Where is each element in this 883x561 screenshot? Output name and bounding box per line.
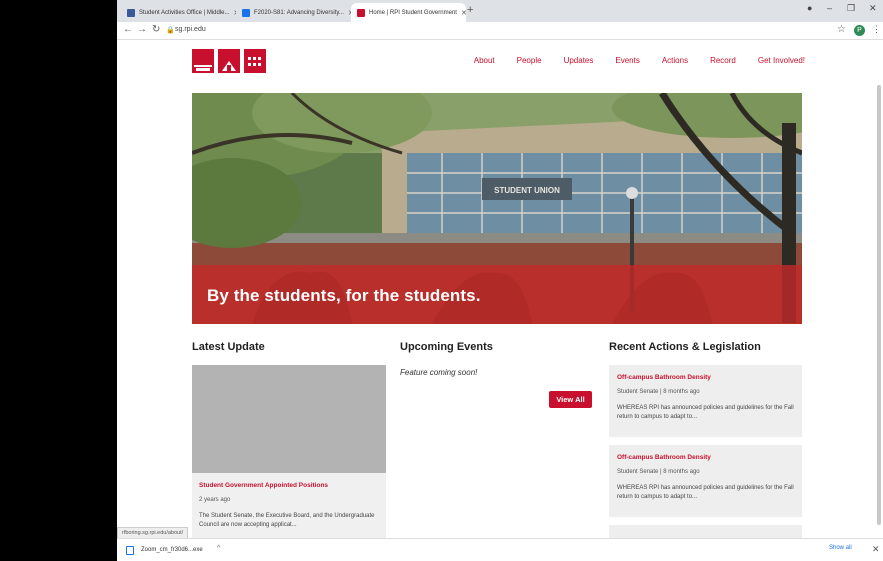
update-card[interactable]: Student Government Appointed Positions 2… bbox=[192, 473, 386, 538]
record-icon[interactable]: ● bbox=[807, 3, 812, 13]
upcoming-events-heading: Upcoming Events bbox=[400, 341, 493, 353]
latest-update-heading: Latest Update bbox=[192, 341, 265, 353]
bookmark-star-icon[interactable]: ☆ bbox=[837, 24, 846, 35]
tab-strip: Student Activities Office | Middle... ✕ … bbox=[117, 0, 883, 22]
tab-favicon-icon bbox=[357, 8, 365, 17]
action-excerpt: WHEREAS RPI has announced policies and g… bbox=[617, 405, 794, 420]
rpi-sg-logo[interactable] bbox=[192, 49, 266, 73]
tab-label: F2020-S81: Advancing Diversity... bbox=[254, 9, 344, 16]
nav-about[interactable]: About bbox=[474, 56, 495, 65]
new-tab-icon[interactable]: + bbox=[467, 4, 473, 16]
nav-get-involved[interactable]: Get Involved! bbox=[758, 56, 805, 65]
action-card[interactable]: Off-campus Bathroom Density Student Sena… bbox=[609, 445, 802, 517]
action-meta: Student Senate | 8 months ago bbox=[617, 469, 700, 475]
address-bar[interactable]: sg.rpi.edu bbox=[175, 26, 206, 33]
action-title-link[interactable]: Off-campus Bathroom Density bbox=[617, 454, 711, 461]
update-excerpt: The Student Senate, the Executive Board,… bbox=[199, 513, 375, 528]
hero-sign: STUDENT UNION bbox=[494, 186, 560, 195]
hero-tagline: By the students, for the students. bbox=[207, 286, 481, 305]
action-meta: Student Senate | 8 months ago bbox=[617, 389, 700, 395]
tab-rpi-student-government[interactable]: Home | RPI Student Government ✕ bbox=[351, 3, 466, 22]
tab-label: Student Activities Office | Middle... bbox=[139, 9, 230, 16]
window-close-icon[interactable]: ✕ bbox=[869, 3, 877, 14]
nav-record[interactable]: Record bbox=[710, 56, 736, 65]
tab-favicon-icon bbox=[242, 8, 250, 17]
action-card[interactable]: Off-campus Bathroom Density Student Sena… bbox=[609, 365, 802, 437]
action-card-partial[interactable] bbox=[609, 525, 802, 538]
download-shelf: Zoom_cm_fr30d6...exe ^ Show all ✕ bbox=[117, 538, 883, 561]
status-url-tooltip: rfboring.sg.rpi.edu/about/ bbox=[117, 527, 189, 538]
close-icon[interactable]: ✕ bbox=[457, 9, 466, 17]
menu-kebab-icon[interactable]: ⋮ bbox=[872, 24, 881, 35]
browser-toolbar: ← → ↻ 🔒 sg.rpi.edu ☆ P ⋮ bbox=[117, 22, 883, 40]
profile-avatar[interactable]: P bbox=[854, 25, 865, 36]
minimize-icon[interactable]: – bbox=[827, 3, 832, 13]
main-nav: About People Updates Events Actions Reco… bbox=[452, 56, 805, 65]
page-scrollbar[interactable] bbox=[877, 85, 881, 525]
site-page: About People Updates Events Actions Reco… bbox=[117, 41, 883, 538]
tab-label: Home | RPI Student Government bbox=[369, 9, 457, 16]
update-age: 2 years ago bbox=[199, 497, 231, 503]
update-title-link[interactable]: Student Government Appointed Positions bbox=[199, 482, 328, 489]
lock-icon[interactable]: 🔒 bbox=[166, 26, 175, 34]
hero-banner: STUDENT UNION By the students, for the s… bbox=[192, 93, 802, 324]
chevron-up-icon[interactable]: ^ bbox=[217, 545, 220, 552]
download-file-icon[interactable] bbox=[126, 546, 134, 555]
nav-people[interactable]: People bbox=[517, 56, 542, 65]
action-title-link[interactable]: Off-campus Bathroom Density bbox=[617, 374, 711, 381]
restore-icon[interactable]: ❐ bbox=[847, 3, 855, 14]
tab-advancing-diversity[interactable]: F2020-S81: Advancing Diversity... ✕ bbox=[236, 3, 351, 22]
show-all-button[interactable]: Show all bbox=[829, 545, 852, 551]
forward-arrow-icon[interactable]: → bbox=[137, 24, 147, 35]
action-excerpt: WHEREAS RPI has announced policies and g… bbox=[617, 485, 794, 500]
download-file-name[interactable]: Zoom_cm_fr30d6...exe bbox=[141, 547, 203, 553]
tab-favicon-icon bbox=[127, 8, 135, 17]
close-icon[interactable]: ✕ bbox=[872, 544, 880, 555]
events-placeholder-text: Feature coming soon! bbox=[400, 368, 478, 377]
nav-actions[interactable]: Actions bbox=[662, 56, 688, 65]
recent-actions-heading: Recent Actions & Legislation bbox=[609, 341, 761, 353]
nav-events[interactable]: Events bbox=[615, 56, 639, 65]
browser-window: Student Activities Office | Middle... ✕ … bbox=[117, 0, 883, 561]
tab-student-activities[interactable]: Student Activities Office | Middle... ✕ bbox=[121, 3, 236, 22]
view-all-button[interactable]: View All bbox=[549, 391, 592, 408]
nav-updates[interactable]: Updates bbox=[564, 56, 594, 65]
back-arrow-icon[interactable]: ← bbox=[123, 24, 133, 35]
close-icon[interactable]: ✕ bbox=[344, 9, 351, 17]
update-image-placeholder[interactable] bbox=[192, 365, 386, 473]
reload-icon[interactable]: ↻ bbox=[152, 24, 160, 35]
